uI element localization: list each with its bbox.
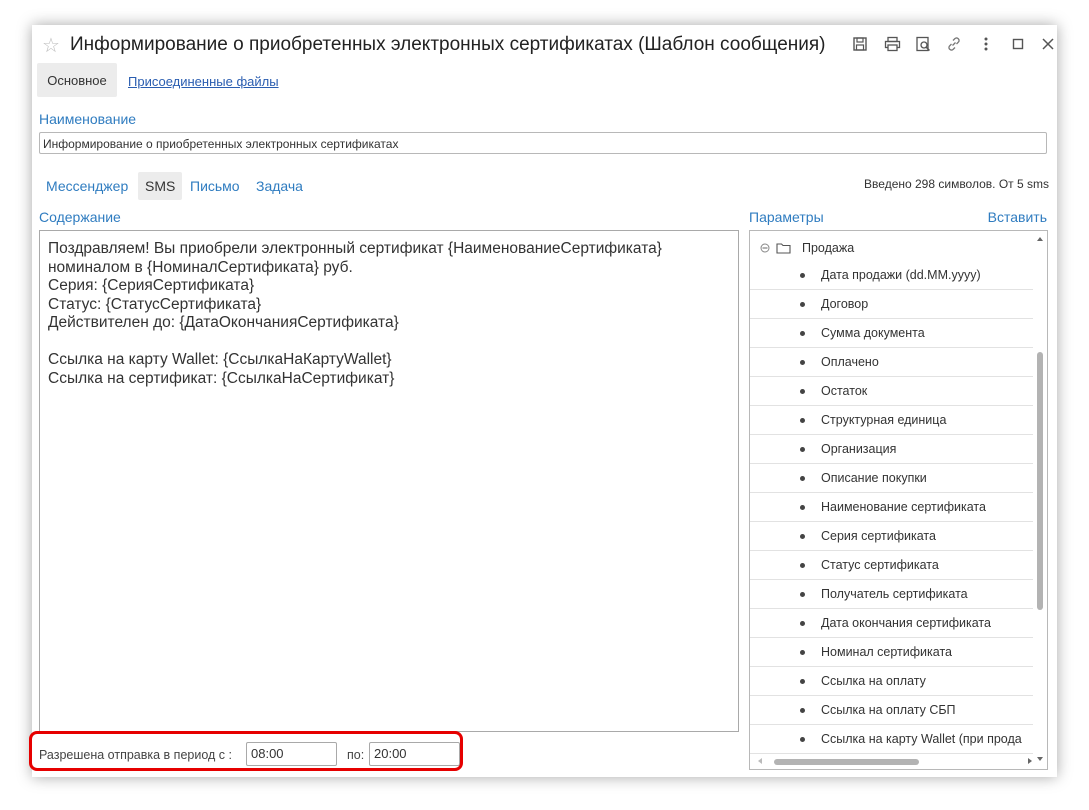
horizontal-scrollbar[interactable] [754,755,1034,767]
tree-item-label: Наименование сертификата [821,500,986,514]
bullet-icon [800,650,805,655]
tree-item[interactable]: Сумма документа [750,319,1033,348]
tab-main[interactable]: Основное [37,63,117,97]
tree-item[interactable]: Статус сертификата [750,551,1033,580]
tree-item[interactable]: Остаток [750,377,1033,406]
bullet-icon [800,505,805,510]
more-menu-icon[interactable] [977,35,995,53]
tree-item-label: Договор [821,297,869,311]
bullet-icon [800,534,805,539]
print-icon[interactable] [883,35,901,53]
window-title: Информирование о приобретенных электронн… [70,34,826,55]
tree-item[interactable]: Получатель сертификата [750,580,1033,609]
bullet-icon [800,476,805,481]
tree-item-label: Структурная единица [821,413,947,427]
tree-item-label: Дата окончания сертификата [821,616,991,630]
tree-item[interactable]: Номинал сертификата [750,638,1033,667]
tree-item-label: Серия сертификата [821,529,936,543]
bullet-icon [800,273,805,278]
template-window: ☆ Информирование о приобретенных электро… [29,25,1057,777]
channel-tab-email[interactable]: Письмо [190,172,240,200]
bullet-icon [800,302,805,307]
bullet-icon [800,389,805,394]
highlight-annotation [29,731,463,771]
link-icon[interactable] [945,35,963,53]
tree-item-label: Получатель сертификата [821,587,968,601]
tree-item[interactable]: Структурная единица [750,406,1033,435]
channel-tab-sms[interactable]: SMS [138,172,183,200]
bullet-icon [800,447,805,452]
bullet-icon [800,331,805,336]
tree-root-sale[interactable]: Продажа [760,241,854,255]
tree-item-label: Ссылка на оплату СБП [821,703,956,717]
tree-item-label: Описание покупки [821,471,927,485]
bullet-icon [800,737,805,742]
bullet-icon [800,360,805,365]
tree-item[interactable]: Наименование сертификата [750,493,1033,522]
tree-item[interactable]: Дата продажи (dd.MM.yyyy) [750,261,1033,290]
tree-item-label: Номинал сертификата [821,645,952,659]
name-input[interactable]: Информирование о приобретенных электронн… [39,132,1047,154]
tree-item-label: Организация [821,442,897,456]
tree-item[interactable]: Договор [750,290,1033,319]
content-label: Содержание [39,209,121,225]
bullet-icon [800,563,805,568]
parameters-tree: Продажа Дата продажи (dd.MM.yyyy) Договор… [749,230,1048,770]
tree-item[interactable]: Оплачено [750,348,1033,377]
parameters-label: Параметры [749,209,824,225]
scroll-left-icon[interactable] [756,755,764,767]
message-content-editor[interactable]: Поздравляем! Вы приобрели электронный се… [39,230,739,732]
channel-tab-task[interactable]: Задача [256,172,303,200]
tree-item[interactable]: Серия сертификата [750,522,1033,551]
tree-item[interactable]: Описание покупки [750,464,1033,493]
tree-root-label: Продажа [802,241,855,255]
tree-item-label: Ссылка на карту Wallet (при прода [821,732,1022,746]
scroll-up-icon[interactable] [1034,235,1046,243]
bullet-icon [800,708,805,713]
scroll-down-icon[interactable] [1034,755,1046,763]
horizontal-scroll-thumb[interactable] [774,759,919,765]
tree-item[interactable]: Дата окончания сертификата [750,609,1033,638]
channel-tab-messenger[interactable]: Мессенджер [46,172,128,200]
bullet-icon [800,621,805,626]
tree-item-label: Остаток [821,384,868,398]
character-counter: Введено 298 символов. От 5 sms [864,177,1049,191]
folder-icon [776,243,791,254]
bullet-icon [800,679,805,684]
bullet-icon [800,592,805,597]
tab-attached-files[interactable]: Присоединенные файлы [128,74,279,89]
preview-icon[interactable] [914,35,932,53]
bullet-icon [800,418,805,423]
vertical-scroll-thumb[interactable] [1037,352,1043,610]
tree-item-label: Оплачено [821,355,879,369]
tree-item[interactable]: Организация [750,435,1033,464]
tree-item[interactable]: Ссылка на оплату СБП [750,696,1033,725]
favorite-star-icon[interactable]: ☆ [42,33,60,58]
maximize-icon[interactable] [1009,35,1027,53]
save-icon[interactable] [851,35,869,53]
insert-link[interactable]: Вставить [988,209,1047,225]
close-icon[interactable] [1039,35,1057,53]
tree-item-label: Статус сертификата [821,558,939,572]
vertical-scrollbar[interactable] [1034,235,1046,761]
tree-item-label: Ссылка на оплату [821,674,926,688]
tree-item[interactable]: Ссылка на карту Wallet (при прода [750,725,1033,754]
tree-item-label: Дата продажи (dd.MM.yyyy) [821,268,981,282]
tree-item-label: Сумма документа [821,326,925,340]
tree-item[interactable]: Ссылка на оплату [750,667,1033,696]
name-label: Наименование [39,111,137,127]
scroll-right-icon[interactable] [1026,755,1034,767]
collapse-icon[interactable] [760,243,770,253]
